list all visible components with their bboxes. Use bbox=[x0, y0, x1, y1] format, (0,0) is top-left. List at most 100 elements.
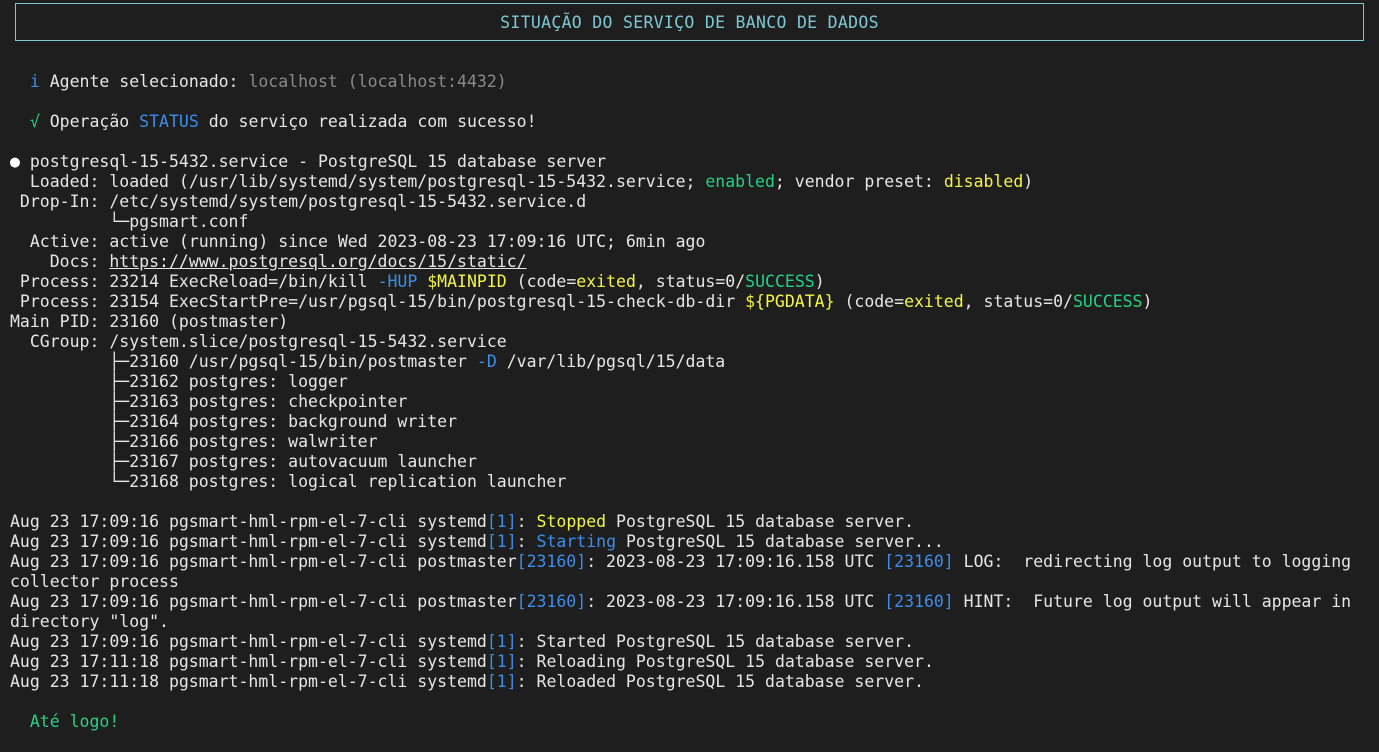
unit-line: ● postgresql-15-5432.service - PostgreSQ… bbox=[10, 152, 1370, 172]
dropin-file: └─pgsmart.conf bbox=[10, 212, 249, 231]
log-proc: systemd bbox=[417, 512, 487, 531]
loaded-path: loaded (/usr/lib/systemd/system/postgres… bbox=[109, 172, 706, 191]
process1-space bbox=[417, 272, 427, 291]
log-pid: [23160] bbox=[884, 552, 954, 571]
log-message: LOG: redirecting log output to logging bbox=[953, 552, 1352, 571]
tree-row-cmd: ├─23160 /usr/pgsql-15/bin/postmaster bbox=[10, 352, 477, 371]
process1-var: $MAINPID bbox=[427, 272, 507, 291]
process-line-1: Process: 23214 ExecReload=/bin/kill -HUP… bbox=[10, 272, 1370, 292]
check-icon: √ bbox=[29, 112, 40, 131]
log-starting: Starting bbox=[536, 532, 617, 551]
log-colon: : bbox=[516, 532, 537, 551]
operation-suffix: do serviço realizada com sucesso! bbox=[208, 112, 537, 131]
mainpid-line: Main PID: 23160 (postmaster) bbox=[10, 312, 1370, 332]
loaded-disabled: disabled bbox=[943, 172, 1024, 191]
log-line-cont: directory "log". bbox=[10, 612, 169, 631]
mainpid-value: Main PID: 23160 (postmaster) bbox=[10, 312, 289, 331]
dropin-file-line: └─pgsmart.conf bbox=[10, 212, 1370, 232]
process1-exited: exited bbox=[576, 272, 636, 291]
unit-title: postgresql-15-5432.service - PostgreSQL … bbox=[19, 152, 607, 171]
log-host: Aug 23 17:11:18 pgsmart-hml-rpm-el-7-cli bbox=[10, 652, 418, 671]
log-colon: : bbox=[516, 512, 537, 531]
page-title-text: SITUAÇÃO DO SERVIÇO DE BANCO DE DADOS bbox=[500, 12, 879, 32]
operation-keyword: STATUS bbox=[139, 112, 199, 131]
active-label: Active: bbox=[10, 232, 110, 251]
process1-success: SUCCESS bbox=[745, 272, 815, 291]
tree-row: ├─23163 postgres: checkpointer bbox=[10, 392, 408, 411]
log-pid: [1] bbox=[486, 532, 517, 551]
cgroup-value: CGroup: /system.slice/postgresql-15-5432… bbox=[10, 332, 507, 351]
process1-status: , status=0/ bbox=[635, 272, 746, 291]
log-proc: systemd bbox=[417, 532, 487, 551]
status-dot-icon: ● bbox=[10, 152, 20, 171]
process2-var: ${PGDATA} bbox=[745, 292, 835, 311]
process2-cmd: Process: 23154 ExecStartPre=/usr/pgsql-1… bbox=[10, 292, 746, 311]
process2-end: ) bbox=[1142, 292, 1153, 311]
log-line: Aug 23 17:09:16 pgsmart-hml-rpm-el-7-cli… bbox=[10, 632, 1370, 652]
dropin-path: /etc/systemd/system/postgresql-15-5432.s… bbox=[109, 192, 587, 211]
log-line-cont: collector process bbox=[10, 572, 179, 591]
log-host: Aug 23 17:09:16 pgsmart-hml-rpm-el-7-cli bbox=[10, 552, 418, 571]
log-line: Aug 23 17:09:16 pgsmart-hml-rpm-el-7-cli… bbox=[10, 592, 1370, 612]
log-timestamp: : 2023-08-23 17:09:16.158 UTC bbox=[586, 592, 885, 611]
log-pid: [1] bbox=[486, 512, 517, 531]
log-host: Aug 23 17:09:16 pgsmart-hml-rpm-el-7-cli bbox=[10, 592, 418, 611]
info-icon: i bbox=[29, 72, 40, 91]
tree-row-datadir: /var/lib/pgsql/15/data bbox=[496, 352, 726, 371]
log-host: Aug 23 17:11:18 pgsmart-hml-rpm-el-7-cli bbox=[10, 672, 418, 691]
tree-row: ├─23167 postgres: autovacuum launcher bbox=[10, 452, 477, 471]
loaded-enabled: enabled bbox=[705, 172, 775, 191]
log-colon: : bbox=[516, 652, 537, 671]
process2-code: (code= bbox=[834, 292, 905, 311]
loaded-vendor-label: ; vendor preset: bbox=[774, 172, 944, 191]
loaded-label: Loaded: bbox=[10, 172, 110, 191]
process2-status: , status=0/ bbox=[963, 292, 1073, 311]
terminal-output: i Agente selecionado: localhost (localho… bbox=[10, 72, 1370, 732]
process2-exited: exited bbox=[904, 292, 964, 311]
log-proc: postmaster bbox=[417, 552, 517, 571]
log-pid: [23160] bbox=[516, 552, 587, 571]
tree-row: ├─23162 postgres: logger bbox=[10, 372, 348, 391]
process1-flag: -HUP bbox=[377, 272, 418, 291]
log-colon: : bbox=[516, 632, 537, 651]
log-proc: systemd bbox=[417, 632, 487, 651]
tree-row-flag: -D bbox=[476, 352, 497, 371]
log-line: Aug 23 17:09:16 pgsmart-hml-rpm-el-7-cli… bbox=[10, 512, 1370, 532]
tree-row: ├─23166 postgres: walwriter bbox=[10, 432, 378, 451]
log-colon: : bbox=[516, 672, 537, 691]
docs-link[interactable]: https://www.postgresql.org/docs/15/stati… bbox=[109, 252, 526, 271]
goodbye-message: Até logo! bbox=[29, 712, 120, 731]
log-stopped: Stopped bbox=[536, 512, 607, 531]
dropin-label: Drop-In: bbox=[10, 192, 110, 211]
log-message: Started PostgreSQL 15 database server. bbox=[536, 632, 915, 651]
docs-label: Docs: bbox=[10, 252, 110, 271]
log-host: Aug 23 17:09:16 pgsmart-hml-rpm-el-7-cli bbox=[10, 512, 418, 531]
page-title: SITUAÇÃO DO SERVIÇO DE BANCO DE DADOS bbox=[15, 3, 1364, 41]
log-message: Reloading PostgreSQL 15 database server. bbox=[536, 652, 934, 671]
log-pid: [1] bbox=[486, 672, 517, 691]
tree-row: └─23168 postgres: logical replication la… bbox=[10, 472, 567, 491]
log-proc: postmaster bbox=[417, 592, 517, 611]
log-message: PostgreSQL 15 database server... bbox=[616, 532, 944, 551]
process1-cmd: Process: 23214 ExecReload=/bin/kill bbox=[10, 272, 378, 291]
active-value: active (running) since Wed 2023-08-23 17… bbox=[109, 232, 706, 251]
log-pid: [1] bbox=[486, 632, 517, 651]
docs-line: Docs: https://www.postgresql.org/docs/15… bbox=[10, 252, 1370, 272]
agent-value: localhost (localhost:4432) bbox=[248, 72, 507, 91]
process2-success: SUCCESS bbox=[1072, 292, 1143, 311]
log-line: Aug 23 17:11:18 pgsmart-hml-rpm-el-7-cli… bbox=[10, 652, 1370, 672]
cgroup-line: CGroup: /system.slice/postgresql-15-5432… bbox=[10, 332, 1370, 352]
log-pid: [23160] bbox=[884, 592, 954, 611]
log-proc: systemd bbox=[417, 672, 487, 691]
dropin-line: Drop-In: /etc/systemd/system/postgresql-… bbox=[10, 192, 1370, 212]
log-line: Aug 23 17:11:18 pgsmart-hml-rpm-el-7-cli… bbox=[10, 672, 1370, 692]
log-message: HINT: Future log output will appear in bbox=[953, 592, 1352, 611]
log-message: Reloaded PostgreSQL 15 database server. bbox=[536, 672, 924, 691]
active-line: Active: active (running) since Wed 2023-… bbox=[10, 232, 1370, 252]
log-proc: systemd bbox=[417, 652, 487, 671]
process-line-2: Process: 23154 ExecStartPre=/usr/pgsql-1… bbox=[10, 292, 1370, 312]
tree-row: ├─23164 postgres: background writer bbox=[10, 412, 458, 431]
process1-code: (code= bbox=[506, 272, 577, 291]
log-line: Aug 23 17:09:16 pgsmart-hml-rpm-el-7-cli… bbox=[10, 552, 1370, 572]
operation-prefix: Operação bbox=[49, 112, 130, 131]
